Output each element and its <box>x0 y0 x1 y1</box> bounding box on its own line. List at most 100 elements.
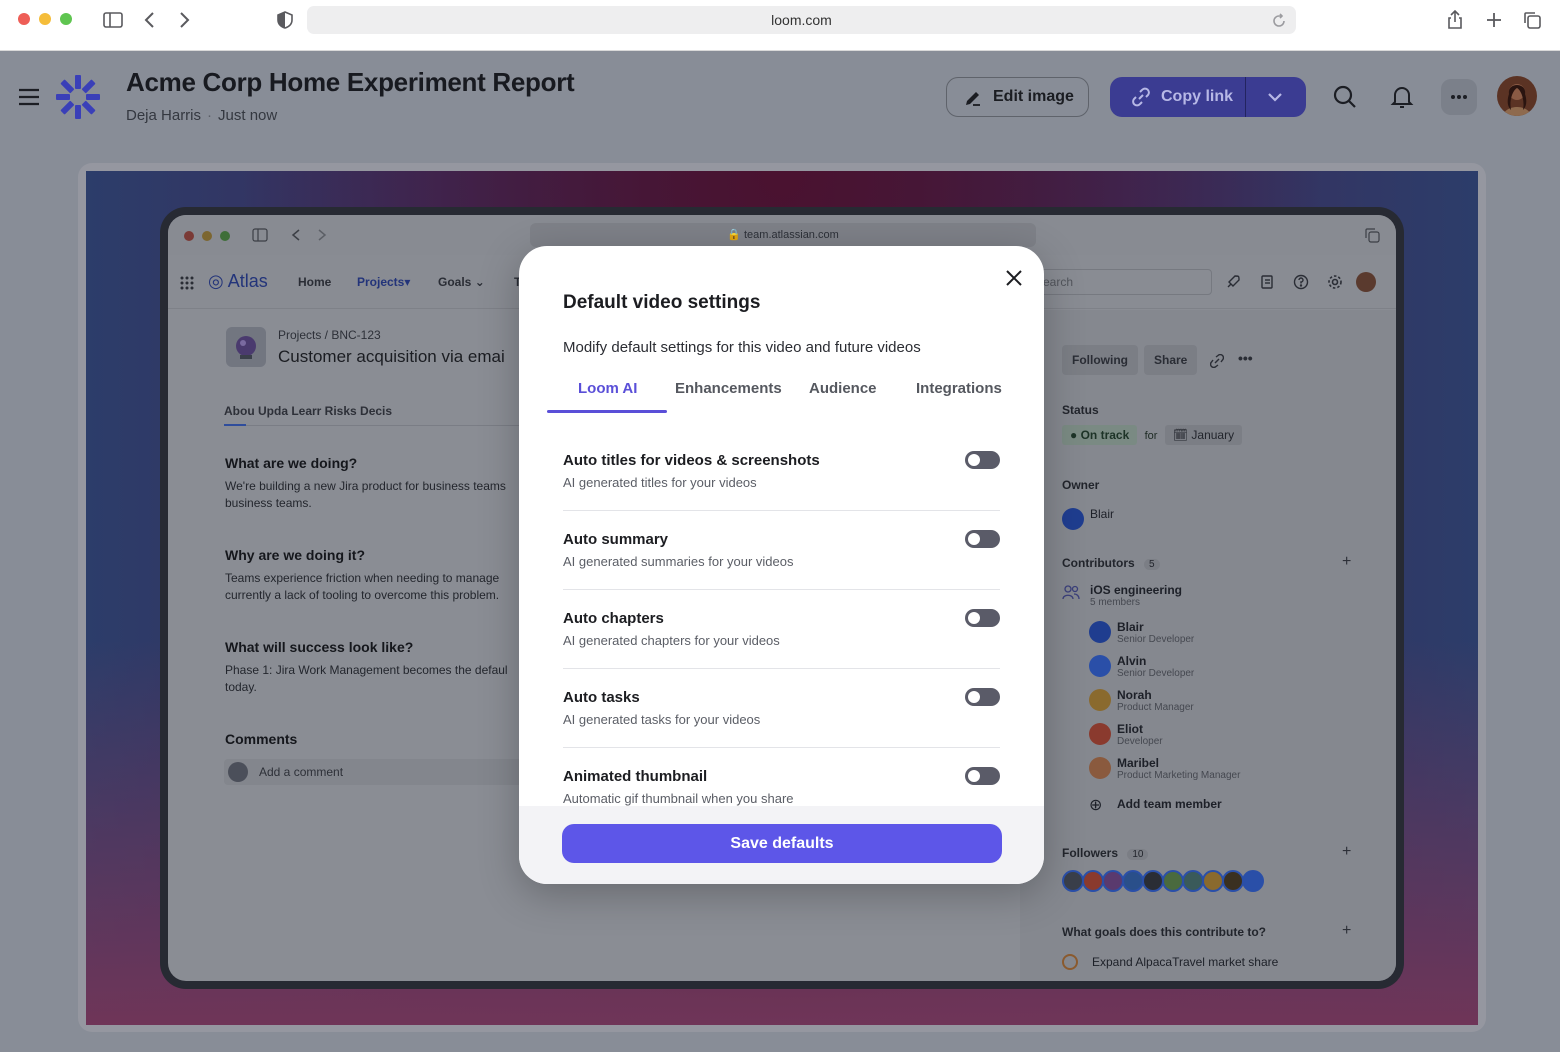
breadcrumb: Projects / BNC-123 <box>278 328 381 342</box>
project-tabs: Abou Upda Learr Risks Decis <box>224 404 393 418</box>
section-body: We're building a new Jira product for bu… <box>225 479 506 510</box>
contributor-name: Norah <box>1117 688 1152 702</box>
add-icon: ⊕ <box>1089 797 1103 814</box>
nav-projects-label: Projects <box>357 275 405 289</box>
sidebar-toggle-icon[interactable] <box>102 9 124 31</box>
tab-enhancements[interactable]: Enhancements <box>675 380 782 412</box>
tab-overview-icon[interactable] <box>1521 9 1543 31</box>
follower-avatar <box>1182 870 1204 892</box>
close-window-button[interactable] <box>18 13 30 25</box>
tab-audience[interactable]: Audience <box>809 380 877 412</box>
contributor-name: Alvin <box>1117 654 1147 668</box>
author-name[interactable]: Deja Harris <box>126 107 201 124</box>
contributor-role: Product Manager <box>1117 702 1194 713</box>
project-title: Customer acquisition via emai <box>278 347 505 366</box>
contributor: Eliot Developer <box>1089 722 1163 747</box>
user-avatar[interactable] <box>1497 76 1537 116</box>
add-contributor-icon: + <box>1342 553 1352 570</box>
inner-sidebar-icon <box>252 228 268 242</box>
contributor-role: Senior Developer <box>1117 668 1195 679</box>
follower-avatar <box>1242 870 1264 892</box>
atlas-logo: ◎ Atlas <box>208 271 268 291</box>
owner: Blair <box>1062 507 1114 530</box>
copy-options-dropdown[interactable] <box>1246 77 1306 117</box>
tab-integrations[interactable]: Integrations <box>916 380 1002 412</box>
section-body: Phase 1: Jira Work Management becomes th… <box>225 663 508 694</box>
contributor-avatar <box>1089 689 1111 711</box>
contributor-avatar <box>1089 621 1111 643</box>
address-bar[interactable]: loom.com <box>307 6 1296 34</box>
active-tab-indicator <box>547 410 667 413</box>
add-team-member: ⊕ Add team member <box>1089 797 1222 814</box>
contributor: Norah Product Manager <box>1089 688 1194 713</box>
contributor-avatar <box>1089 757 1111 779</box>
new-tab-icon[interactable] <box>1483 9 1505 31</box>
auto-summary-toggle[interactable] <box>965 530 1000 548</box>
section-heading: What will success look like? <box>225 639 414 655</box>
followers-count: 10 <box>1127 849 1149 860</box>
followers-label-text: Followers <box>1062 846 1119 860</box>
more-horizontal-icon <box>1451 95 1467 99</box>
add-goal-icon: + <box>1342 922 1352 939</box>
comment-input: Add a comment <box>224 759 524 785</box>
contributor: Maribel Product Marketing Manager <box>1089 756 1241 781</box>
target-month: January <box>1191 428 1235 442</box>
auto-tasks-toggle[interactable] <box>965 688 1000 706</box>
contributors-label: Contributors 5 <box>1062 556 1160 570</box>
commenter-avatar <box>228 762 248 782</box>
copy-link-button[interactable]: Copy link <box>1110 77 1245 117</box>
share-icon[interactable] <box>1444 9 1466 31</box>
status-value: On track <box>1080 428 1130 442</box>
close-icon[interactable] <box>1003 267 1025 289</box>
setting-subtitle: AI generated titles for your videos <box>563 475 757 490</box>
loom-logo-icon[interactable] <box>54 73 102 121</box>
address-text: loom.com <box>771 12 832 28</box>
save-defaults-button[interactable]: Save defaults <box>562 824 1002 863</box>
pencil-icon <box>966 92 980 106</box>
copy-link-button-group: Copy link <box>1110 77 1306 117</box>
more-options-button[interactable] <box>1441 79 1477 115</box>
comment-placeholder: Add a comment <box>259 765 344 779</box>
add-follower-icon: + <box>1342 843 1352 860</box>
followers-avatars <box>1062 870 1264 892</box>
comments-heading: Comments <box>225 731 298 747</box>
contributor-name: Blair <box>1117 620 1144 634</box>
search-icon[interactable] <box>1332 84 1358 110</box>
setting-title: Animated thumbnail <box>563 768 708 785</box>
setting-row: Auto tasks AI generated tasks for your v… <box>563 669 1000 748</box>
setting-title: Auto titles for videos & screenshots <box>563 452 820 469</box>
rocket-icon <box>1227 275 1240 288</box>
default-video-settings-dialog: Default video settings Modify default se… <box>519 246 1044 884</box>
auto-chapters-toggle[interactable] <box>965 609 1000 627</box>
contributor-name: Maribel <box>1117 756 1160 770</box>
setting-row: Auto chapters AI generated chapters for … <box>563 590 1000 669</box>
contributor-role: Senior Developer <box>1117 634 1195 645</box>
animated-thumbnail-toggle[interactable] <box>965 767 1000 785</box>
followers-label: Followers 10 <box>1062 846 1149 860</box>
status-label: Status <box>1062 403 1099 417</box>
privacy-shield-icon[interactable] <box>274 9 296 31</box>
tab-loom-ai[interactable]: Loom AI <box>578 380 637 412</box>
back-icon[interactable] <box>139 9 161 31</box>
forward-icon[interactable] <box>173 9 195 31</box>
setting-subtitle: Automatic gif thumbnail when you share <box>563 791 794 806</box>
contributor-role: Product Marketing Manager <box>1117 770 1241 781</box>
goal-target-icon <box>1062 954 1078 970</box>
edit-image-button[interactable]: Edit image <box>946 77 1089 117</box>
status-row: ● On track for 🗓 January <box>1062 425 1243 445</box>
minimize-window-button[interactable] <box>39 13 51 25</box>
tab-divider <box>224 425 524 426</box>
reload-icon[interactable] <box>1270 11 1288 29</box>
dialog-footer: Save defaults <box>519 806 1044 884</box>
setting-title: Auto tasks <box>563 689 640 706</box>
auto-titles-toggle[interactable] <box>965 451 1000 469</box>
link-icon <box>1210 354 1224 368</box>
browser-toolbar: loom.com <box>0 0 1560 51</box>
menu-icon[interactable] <box>18 87 40 107</box>
team: iOS engineering 5 members <box>1090 583 1182 608</box>
zoom-window-button[interactable] <box>60 13 72 25</box>
notifications-bell-icon[interactable] <box>1389 84 1415 110</box>
contributor-avatar <box>1089 723 1111 745</box>
copy-link-label: Copy link <box>1161 88 1234 105</box>
setting-title: Auto chapters <box>563 610 664 627</box>
